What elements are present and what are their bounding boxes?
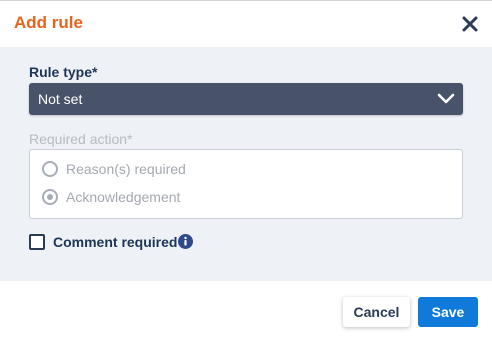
info-icon[interactable] [178, 234, 193, 249]
cancel-button[interactable]: Cancel [343, 297, 410, 327]
radio-button[interactable] [42, 161, 58, 177]
required-action-label: Required action* [29, 131, 133, 147]
dialog-body: Rule type* Not set Required action* Reas… [0, 47, 492, 281]
radio-label: Acknowledgement [66, 189, 181, 205]
comment-required-label[interactable]: Comment required [53, 234, 177, 250]
dialog-header: Add rule [0, 1, 492, 47]
close-icon[interactable] [460, 14, 480, 34]
dialog-title: Add rule [14, 13, 83, 32]
dialog-footer: Cancel Save [0, 281, 492, 342]
required-action-group: Reason(s) required Acknowledgement [29, 149, 463, 219]
rule-type-value: Not set [38, 91, 83, 107]
add-rule-dialog: Add rule Rule type* Not set Required act… [0, 0, 492, 342]
radio-label: Reason(s) required [66, 161, 186, 177]
chevron-down-icon [437, 92, 455, 106]
comment-required-checkbox[interactable] [29, 234, 45, 250]
radio-button[interactable] [42, 189, 58, 205]
radio-selected-dot [47, 194, 53, 200]
rule-type-select[interactable]: Not set [29, 83, 463, 115]
rule-type-label: Rule type* [29, 64, 98, 80]
save-button[interactable]: Save [418, 297, 478, 327]
